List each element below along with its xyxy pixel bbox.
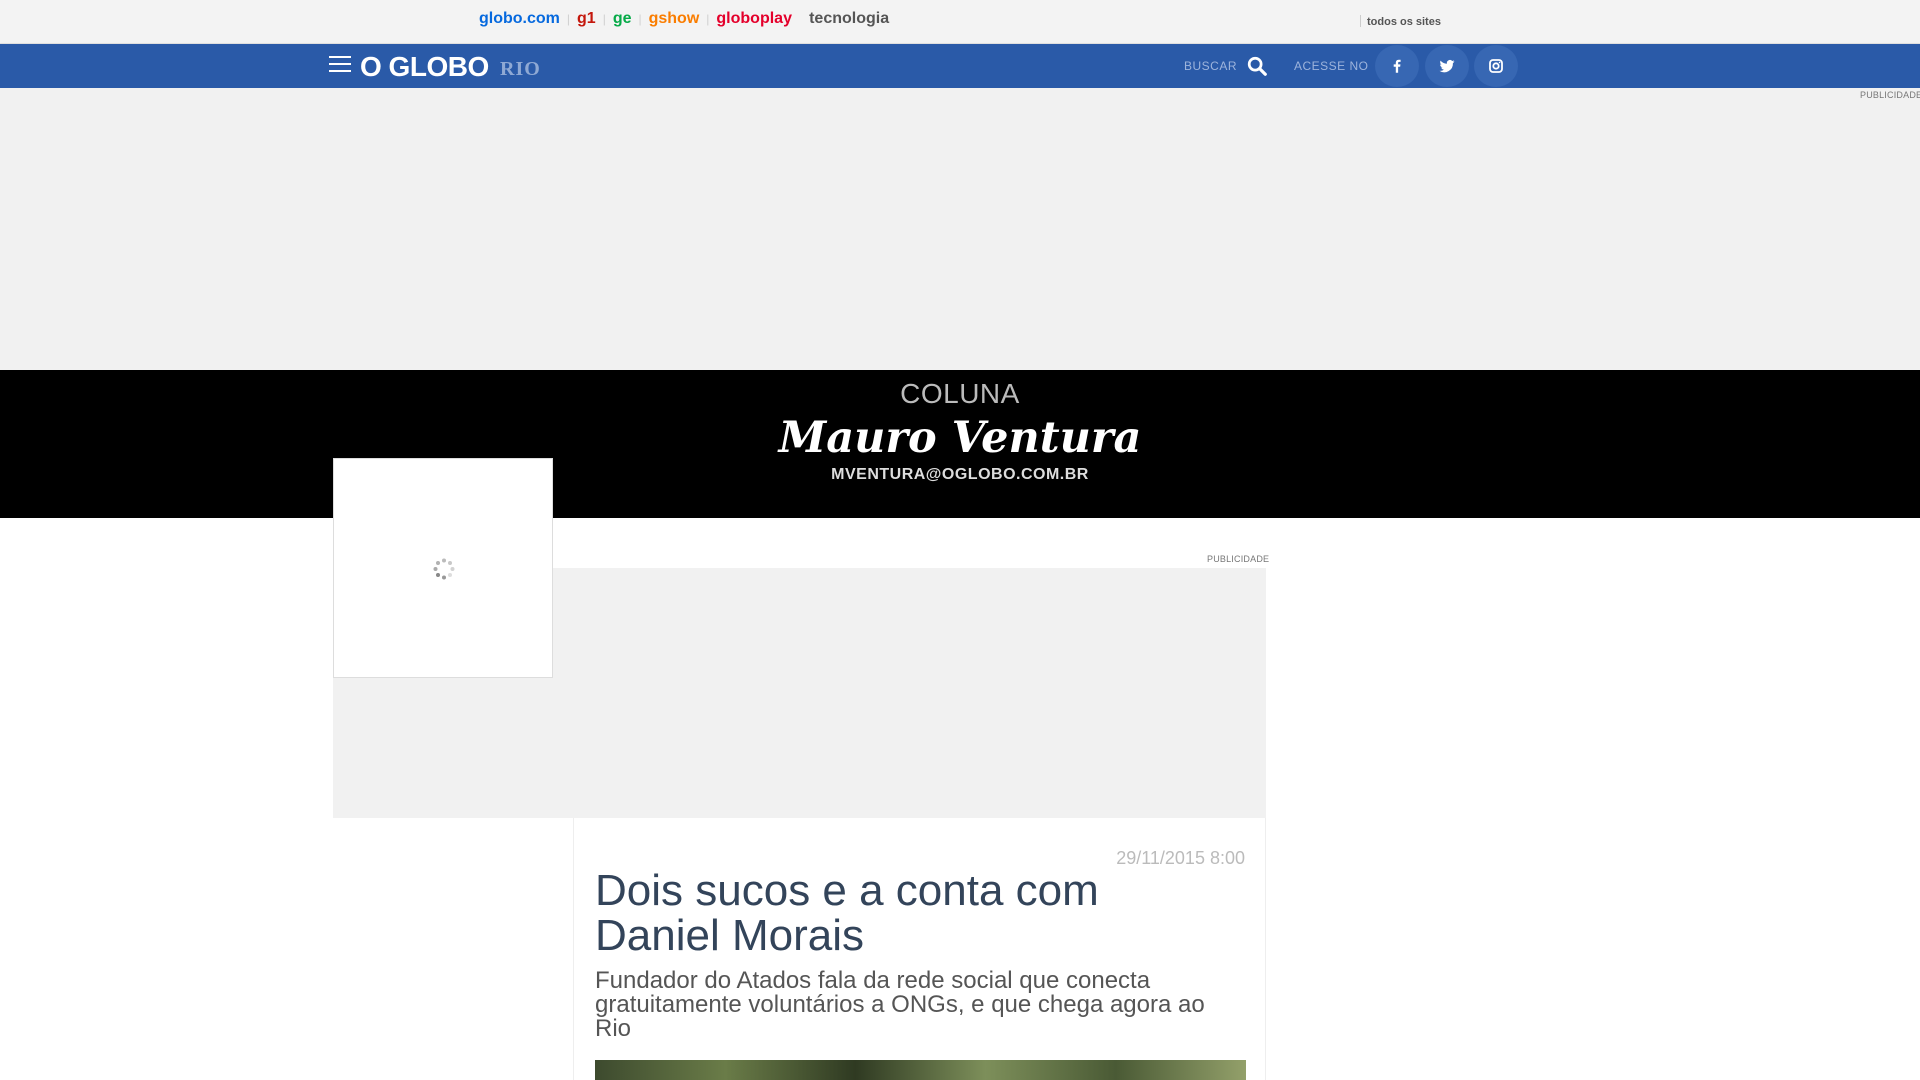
article-date: 29/11/2015 8:00 [1116,848,1245,868]
article-card: 29/11/2015 8:00 Dois sucos e a conta com… [573,818,1266,1080]
column-tag: COLUNA [900,378,1020,409]
instagram-button[interactable] [1474,45,1518,87]
separator: | [706,12,710,26]
globo-top-bar: globo.com | g1 | ge | gshow | globoplay … [0,0,1920,44]
instagram-icon [1489,59,1503,73]
link-g1[interactable]: g1 [577,10,596,28]
column-banner: COLUNA Mauro Ventura MVENTURA@OGLOBO.COM… [0,370,1920,518]
top-ad-slot[interactable] [0,88,1920,370]
separator: | [638,12,642,26]
article-subtitle: Fundador do Atados fala da rede social q… [595,967,1205,1042]
access-label: ACESSE NO [1294,59,1369,73]
link-ge[interactable]: ge [613,10,632,28]
columnist-photo-overlay [333,458,553,678]
facebook-button[interactable] [1375,45,1419,87]
facebook-icon [1393,59,1401,73]
search-label[interactable]: BUSCAR [1184,59,1237,73]
columnist-email[interactable]: MVENTURA@OGLOBO.COM.BR [0,466,1920,484]
article-image[interactable] [595,1060,1246,1080]
link-globo-com[interactable]: globo.com [479,10,560,28]
ad-label: PUBLICIDADE [1860,90,1920,100]
link-tecnologia[interactable]: tecnologia [809,10,889,28]
columnist-name[interactable]: Mauro Ventura [0,413,1920,463]
loading-spinner-icon [433,558,455,580]
separator: | [566,12,571,26]
separator: | [602,12,606,26]
link-gshow[interactable]: gshow [649,10,700,28]
twitter-button[interactable] [1425,45,1469,87]
all-sites-link[interactable]: todos os sites [1360,15,1441,28]
search-icon[interactable] [1246,55,1268,77]
ad-label: PUBLICIDADE [1207,554,1270,564]
globo-network-links: globo.com | g1 | ge | gshow | globoplay … [479,10,889,28]
article-title: Dois sucos e a conta com Daniel Morais [595,866,1099,960]
twitter-icon [1439,59,1455,73]
link-globoplay[interactable]: globoplay [716,10,792,28]
site-logo[interactable]: O GLOBO [360,51,489,83]
separator: | [799,12,802,26]
site-header: O GLOBO RIO BUSCAR ACESSE NO [0,44,1920,88]
section-name[interactable]: RIO [500,58,541,81]
menu-icon[interactable] [329,56,351,76]
